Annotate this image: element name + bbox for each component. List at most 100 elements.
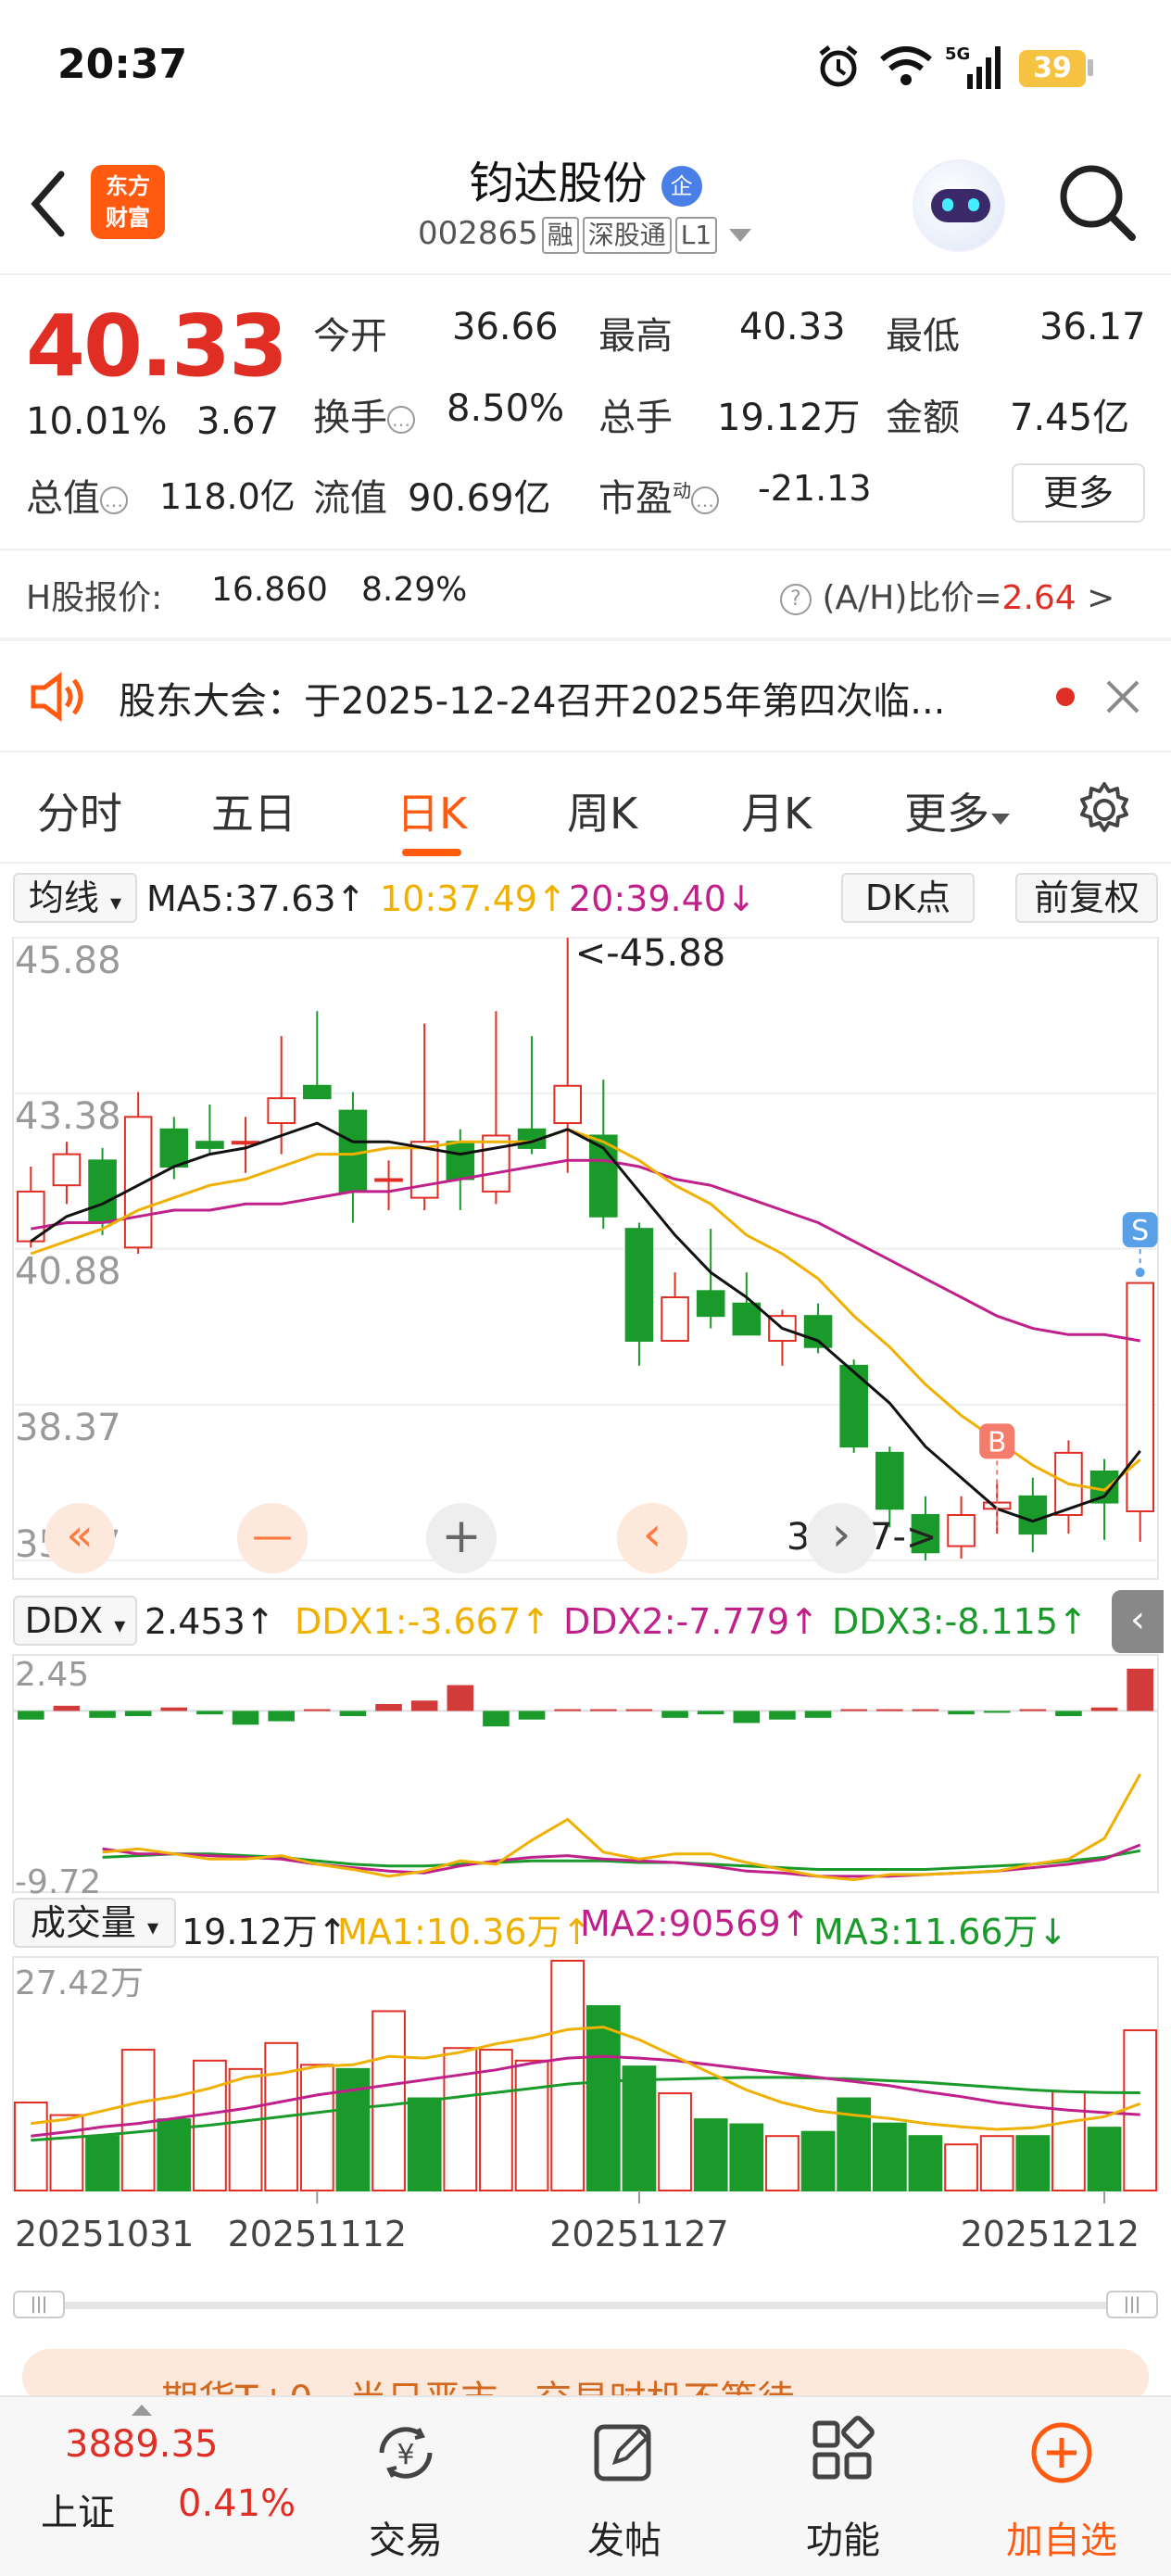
open-label: 今开 [313,315,387,358]
volume-bar [407,2097,442,2191]
ddx-selector[interactable]: DDX ▾ [13,1596,137,1646]
volume-bar [1123,2029,1158,2191]
x-tick-label: 20251112 [228,2214,407,2254]
candle-body [195,1141,224,1149]
header-divider [0,273,1171,275]
tab-more-label: 更多 [904,789,989,839]
dropdown-triangle-icon: ▾ [114,1612,126,1638]
alarm-icon [819,45,858,87]
index-name: 上证 [41,2492,115,2534]
volume-bar [299,2064,334,2191]
zoom-left-far-button[interactable]: « [44,1503,115,1573]
tab-more[interactable]: 更多 [904,780,1012,841]
range-handle-left[interactable]: ||| [13,2291,65,2318]
ddx-bar [518,1711,546,1720]
ddx-bar [1090,1707,1118,1711]
volume-bar [622,2065,657,2191]
x-tick-label: 20251127 [549,2214,728,2254]
tab-daily-k[interactable]: 日K [397,780,467,841]
tab-intraday[interactable]: 分时 [37,780,122,841]
nav-functions-label: 功能 [806,2519,880,2562]
ddx-bar [410,1700,438,1711]
candle-body [1126,1282,1154,1512]
turnover-label-text: 换手 [313,397,387,439]
last-price: 40.33 [26,297,288,396]
notice-bar[interactable]: 股东大会：于2025-12-24召开2025年第四次临... [0,641,1171,751]
indicator-selector-label: 均线 [28,878,99,918]
dk-points-button[interactable]: DK点 [841,873,975,923]
zoom-in-button[interactable]: + [426,1503,497,1573]
indicator-selector[interactable]: 均线 ▾ [13,873,137,923]
ddx-bar [160,1707,188,1711]
pe-label: 市盈动… [598,468,719,522]
help-icon[interactable]: ? [780,584,812,615]
ddx-chart[interactable]: 2.45 -9.72 [0,1653,1171,1896]
zoom-out-button[interactable]: — [237,1503,308,1573]
candle-body [1018,1495,1048,1535]
volume-bar [586,2005,621,2192]
add-circle-icon [1031,2422,1092,2483]
candlestick-chart[interactable]: 45.8843.3840.8838.3735.87 <-45.8835.87->… [0,930,1171,1588]
nav-add-watchlist[interactable]: 加自选 [988,2416,1136,2564]
candle-body [446,1141,475,1181]
y-tick-label: 45.88 [15,940,121,982]
nav-post[interactable]: 发帖 [550,2416,699,2564]
volume-value: 19.12万 [717,397,861,439]
status-time: 20:37 [57,41,188,88]
buy-marker-label: B [988,1426,1007,1458]
stock-name: 钧达股份 [469,158,648,209]
volume-bar [1015,2135,1051,2192]
candle-body [88,1159,117,1224]
volume-chart[interactable]: 27.42万 20251031 20251112 20251127 20251212 [0,1953,1171,2268]
ma5-line [30,1121,1141,1523]
range-handle-right[interactable]: ||| [1106,2291,1158,2318]
volume-bar [979,2135,1014,2192]
nav-functions[interactable]: 功能 [769,2416,917,2564]
dropdown-triangle-icon [729,229,752,242]
close-icon[interactable] [1104,678,1141,715]
expand-up-icon[interactable] [128,2401,156,2419]
h-share-pct: 8.29% [361,571,468,609]
index-value[interactable]: 3889.35 [65,2423,218,2466]
info-icon[interactable]: … [100,486,128,514]
ddx-bar [733,1711,761,1724]
volume-bar [443,2047,478,2191]
nav-trade[interactable]: ¥ 交易 [332,2416,480,2564]
dropdown-triangle-icon [991,814,1010,825]
volume-selector[interactable]: 成交量 ▾ [13,1898,176,1948]
ddx-tick-bottom: -9.72 [15,1863,101,1896]
ah-ratio[interactable]: ? (A/H)比价=2.64 > [780,571,1114,619]
sell-marker-dot [1135,1268,1145,1278]
nav-add-watchlist-label: 加自选 [1006,2519,1117,2562]
stock-code: 002865 [417,215,538,252]
turnover-value: 8.50% [447,387,565,430]
candle-body [338,1109,368,1193]
search-icon[interactable] [1056,161,1140,245]
ddx-bar [804,1711,832,1718]
robot-assistant-icon[interactable] [913,159,1005,252]
h-share-price: 16.860 [211,571,328,609]
info-icon[interactable]: … [387,406,415,434]
ddx-bar [447,1685,474,1711]
volume-bar [658,2092,692,2191]
candle-body [947,1513,976,1547]
candle-body [696,1290,725,1318]
range-slider[interactable]: ||| ||| [13,2291,1158,2318]
pe-value: -21.13 [758,468,872,509]
ma10-line [30,1128,1141,1492]
info-icon[interactable]: … [691,486,719,514]
tab-weekly-k[interactable]: 周K [567,780,637,841]
scroll-right-button[interactable]: › [806,1503,876,1573]
tab-five-day[interactable]: 五日 [211,780,296,841]
tab-monthly-k[interactable]: 月K [741,780,812,841]
candle-body [267,1097,296,1125]
scroll-left-button[interactable]: ‹ [617,1503,687,1573]
more-quote-button[interactable]: 更多 [1012,463,1145,523]
collapse-panel-button[interactable]: ‹ [1112,1590,1164,1653]
volume-value: 19.12万↑ [182,1912,347,1952]
amount-value: 7.45亿 [1010,397,1130,439]
settings-gear-icon[interactable] [1075,780,1134,840]
ddx-bar [339,1711,367,1716]
adjust-button[interactable]: 前复权 [1015,873,1158,923]
volume-bar [550,1960,586,2191]
